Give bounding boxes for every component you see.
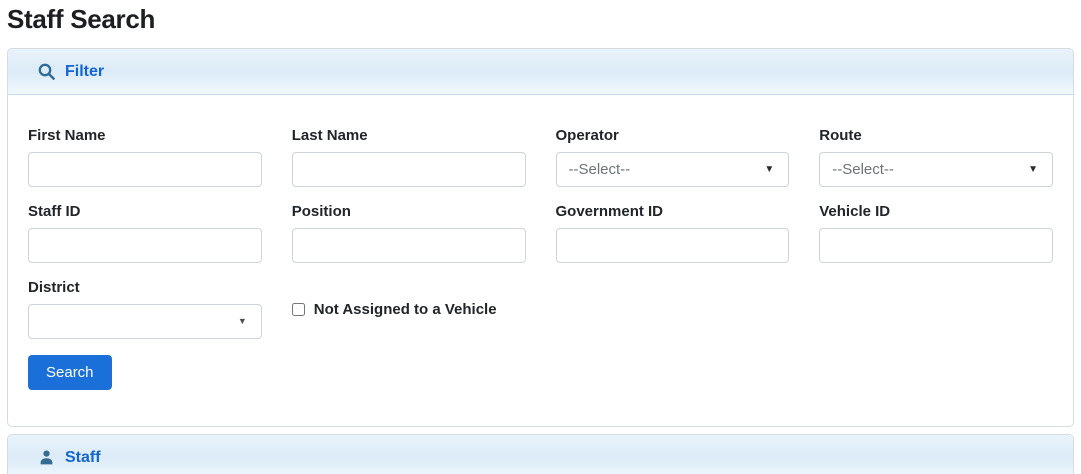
staff-panel: Staff xyxy=(7,434,1074,474)
vehicle-id-input[interactable] xyxy=(819,228,1053,263)
not-assigned-checkbox-group: Not Assigned to a Vehicle xyxy=(292,280,526,339)
field-district: District ▼ xyxy=(28,279,262,339)
route-selected-value: --Select-- xyxy=(832,161,894,178)
staff-panel-title: Staff xyxy=(65,449,101,467)
search-button[interactable]: Search xyxy=(28,355,112,390)
field-first-name: First Name xyxy=(28,127,262,187)
last-name-input[interactable] xyxy=(292,152,526,187)
filter-form: First Name Last Name Operator --Select--… xyxy=(28,127,1053,390)
field-route: Route --Select-- ▼ xyxy=(819,127,1053,187)
chevron-down-icon: ▼ xyxy=(1028,165,1038,175)
field-vehicle-id: Vehicle ID xyxy=(819,203,1053,263)
button-row: Search xyxy=(28,355,1053,390)
route-select[interactable]: --Select-- ▼ xyxy=(819,152,1053,187)
page-title: Staff Search xyxy=(7,4,1074,35)
person-icon xyxy=(38,449,55,466)
field-staff-id: Staff ID xyxy=(28,203,262,263)
not-assigned-checkbox[interactable] xyxy=(292,303,305,316)
district-select[interactable]: ▼ xyxy=(28,304,262,339)
spacer xyxy=(556,279,790,339)
field-position: Position xyxy=(292,203,526,263)
spacer xyxy=(819,279,1053,339)
filter-panel-title: Filter xyxy=(65,63,104,81)
position-input[interactable] xyxy=(292,228,526,263)
field-last-name: Last Name xyxy=(292,127,526,187)
filter-panel-body: First Name Last Name Operator --Select--… xyxy=(8,95,1073,426)
operator-select[interactable]: --Select-- ▼ xyxy=(556,152,790,187)
first-name-input[interactable] xyxy=(28,152,262,187)
government-id-input[interactable] xyxy=(556,228,790,263)
staff-id-input[interactable] xyxy=(28,228,262,263)
vehicle-id-label: Vehicle ID xyxy=(819,203,1053,221)
page: Staff Search Filter First Name Last Name xyxy=(0,0,1081,474)
first-name-label: First Name xyxy=(28,127,262,145)
position-label: Position xyxy=(292,203,526,221)
government-id-label: Government ID xyxy=(556,203,790,221)
staff-panel-header[interactable]: Staff xyxy=(8,435,1073,474)
route-label: Route xyxy=(819,127,1053,145)
search-icon xyxy=(38,63,55,80)
field-government-id: Government ID xyxy=(556,203,790,263)
field-operator: Operator --Select-- ▼ xyxy=(556,127,790,187)
district-label: District xyxy=(28,279,262,297)
not-assigned-checkbox-label: Not Assigned to a Vehicle xyxy=(314,301,497,318)
last-name-label: Last Name xyxy=(292,127,526,145)
chevron-down-icon: ▼ xyxy=(238,317,247,326)
operator-label: Operator xyxy=(556,127,790,145)
filter-panel-header[interactable]: Filter xyxy=(8,49,1073,95)
operator-selected-value: --Select-- xyxy=(569,161,631,178)
chevron-down-icon: ▼ xyxy=(764,165,774,175)
filter-panel: Filter First Name Last Name Operator --S… xyxy=(7,48,1074,427)
staff-id-label: Staff ID xyxy=(28,203,262,221)
